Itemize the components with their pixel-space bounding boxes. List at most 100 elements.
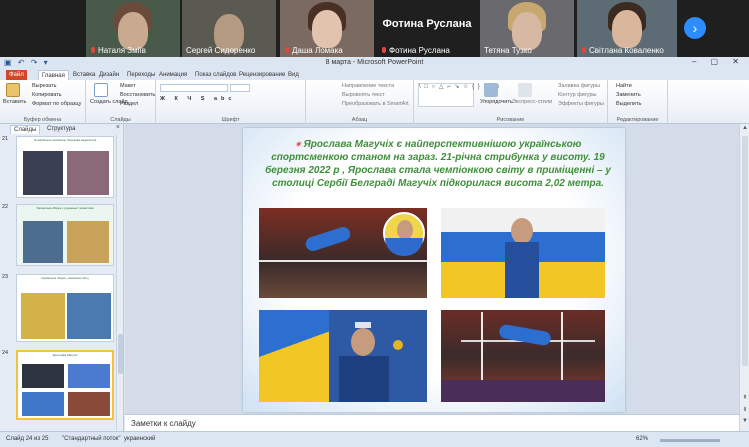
slide-editor: ✶ Ярослава Магучіх є найперспективнішою …: [125, 124, 739, 414]
participant-tile[interactable]: Фотина Руслана Фотина Руслана: [377, 0, 477, 57]
medal-icon: [393, 340, 403, 350]
participant-name: Світлана Коваленко: [589, 46, 664, 55]
prev-slide-icon[interactable]: ⇞: [740, 394, 749, 401]
section-button[interactable]: Раздел: [120, 101, 138, 107]
chevron-right-icon[interactable]: ›: [684, 17, 706, 39]
align-text-button[interactable]: Выровнять текст: [342, 92, 385, 98]
photo-flag-celebration[interactable]: [441, 208, 605, 298]
powerpoint-window: ▣ ↶ ↷ ▾ 8 марта - Microsoft PowerPoint –…: [0, 57, 749, 447]
participant-display-name: Фотина Руслана: [382, 18, 472, 30]
window-controls[interactable]: – ▢ ✕: [692, 57, 745, 66]
title-bar: ▣ ↶ ↷ ▾ 8 марта - Microsoft PowerPoint –…: [0, 57, 749, 69]
tiara-icon: [355, 322, 371, 328]
slide-thumbnail[interactable]: Українська збірна з художньої гімнастики: [16, 204, 114, 266]
scroll-down-icon[interactable]: ▼: [740, 418, 749, 424]
group-drawing: \ □ ○ △ ⌐ ↘ ☆ { } ☐ ◯ Упорядочить Экспре…: [414, 80, 608, 124]
thumbnail-title: Українська збірна, чемпіонки світу: [41, 276, 89, 280]
group-label: Шрифт: [221, 117, 240, 123]
ribbon: Вставить Вырезать Копировать Формат по о…: [0, 80, 749, 124]
smartart-button[interactable]: Преобразовать в SmartArt: [342, 101, 409, 107]
participant-name: Сергей Сидоренко: [186, 46, 256, 55]
panel-scrollbar[interactable]: [116, 134, 123, 431]
font-size-select[interactable]: [230, 84, 250, 92]
photo-bar-clearance[interactable]: [441, 310, 605, 402]
shapes-gallery[interactable]: \ □ ○ △ ⌐ ↘ ☆ { } ☐ ◯: [418, 83, 499, 107]
group-font: Ж К Ч S abc Шрифт: [156, 80, 306, 124]
muted-mic-icon: [581, 46, 587, 55]
thumbnail-photo: [23, 221, 63, 263]
slide-number: 23: [2, 274, 9, 280]
slide-thumbnail-selected[interactable]: Ярослава Магучіх: [16, 350, 114, 420]
participant-name: Фотина Руслана: [389, 46, 450, 55]
slide-thumbnail-row[interactable]: 24 Ярослава Магучіх: [2, 350, 116, 420]
shape-outline-button[interactable]: Контур фигуры: [558, 92, 596, 98]
tab-design[interactable]: Дизайн: [96, 70, 122, 80]
group-label: Рисование: [496, 117, 525, 123]
slide-thumbnail-row[interactable]: 23 Українська збірна, чемпіонки світу: [2, 274, 116, 342]
current-slide[interactable]: ✶ Ярослава Магучіх є найперспективнішою …: [243, 128, 625, 412]
font-family-select[interactable]: [160, 84, 228, 92]
new-slide-icon: [94, 83, 108, 97]
editor-scrollbar[interactable]: ▲ ⇞ ⇟ ▼: [739, 124, 749, 431]
thumbnail-title: Українська збірна з художньої гімнастики: [36, 206, 94, 210]
tab-review[interactable]: Рецензирование: [236, 70, 288, 80]
slide-thumbnail[interactable]: Олімпійська чемпіонка, бронзова медаліст…: [16, 136, 114, 198]
participant-tile[interactable]: Наталя Зміїв: [86, 0, 180, 57]
slide-thumbnail-row[interactable]: 21 Олімпійська чемпіонка, бронзова медал…: [2, 136, 116, 198]
participant-tile[interactable]: Тетяна Тузко: [480, 0, 574, 57]
language-indicator[interactable]: украинский: [124, 436, 155, 442]
select-button[interactable]: Выделить: [616, 101, 641, 107]
slide-number: 24: [2, 350, 9, 356]
tab-slides[interactable]: Слайды: [10, 125, 41, 134]
slides-panel: Слайды Структура × 21 Олімпійська чемпіо…: [0, 124, 124, 431]
muted-mic-icon: [284, 46, 290, 55]
slide-thumbnail[interactable]: Українська збірна, чемпіонки світу: [16, 274, 114, 342]
tab-view[interactable]: Вид: [285, 70, 302, 80]
thumbnail-photo: [21, 293, 65, 339]
paste-button[interactable]: Вставить: [3, 99, 26, 105]
tab-insert[interactable]: Вставка: [70, 70, 98, 80]
star-bullet-icon: ✶: [294, 140, 304, 149]
slide-counter: Слайд 24 из 25: [6, 436, 49, 442]
copy-button[interactable]: Копировать: [32, 92, 62, 98]
inset-portrait-photo: [383, 212, 425, 256]
group-label: Абзац: [351, 117, 368, 123]
slide-thumbnail-row[interactable]: 22 Українська збірна з художньої гімнаст…: [2, 204, 116, 266]
participant-tile[interactable]: Світлана Коваленко: [577, 0, 677, 57]
tab-home[interactable]: Главная: [38, 70, 69, 80]
shape-effects-button[interactable]: Эффекты фигуры: [558, 101, 604, 107]
font-style-buttons[interactable]: Ж К Ч S abc: [160, 96, 235, 102]
participant-tile[interactable]: Сергей Сидоренко: [182, 0, 276, 57]
replace-button[interactable]: Заменить: [616, 92, 641, 98]
arrange-button[interactable]: Упорядочить: [480, 99, 513, 105]
thumbnail-photo: [22, 364, 64, 388]
quick-styles-button[interactable]: Экспресс-стили: [512, 99, 552, 105]
find-button[interactable]: Найти: [616, 83, 632, 89]
participant-tile[interactable]: Даша Ломака: [280, 0, 374, 57]
layout-button[interactable]: Макет: [120, 83, 136, 89]
next-slide-icon[interactable]: ⇟: [740, 406, 749, 413]
format-painter-button[interactable]: Формат по образцу: [32, 101, 81, 107]
cut-button[interactable]: Вырезать: [32, 83, 56, 89]
group-label: Слайды: [110, 117, 131, 123]
scroll-up-icon[interactable]: ▲: [740, 125, 749, 131]
close-icon[interactable]: ×: [116, 124, 120, 131]
reset-button[interactable]: Восстановить: [120, 92, 155, 98]
participant-name: Даша Ломака: [292, 46, 343, 55]
tab-slideshow[interactable]: Показ слайдов: [192, 70, 239, 80]
participant-name: Наталя Зміїв: [98, 46, 146, 55]
tab-transitions[interactable]: Переходы: [124, 70, 158, 80]
thumbnail-photo: [22, 392, 64, 416]
zoom-slider[interactable]: [660, 439, 720, 442]
window-title: 8 марта - Microsoft PowerPoint: [325, 59, 424, 66]
photo-tiara-flag[interactable]: [259, 310, 427, 402]
tab-outline[interactable]: Структура: [44, 125, 78, 134]
shape-fill-button[interactable]: Заливка фигуры: [558, 83, 600, 89]
text-direction-button[interactable]: Направление текста: [342, 83, 394, 89]
slide-body[interactable]: ✶ Ярослава Магучіх є найперспективнішою …: [265, 138, 611, 190]
photo-high-jump[interactable]: [259, 208, 427, 298]
notes-field[interactable]: Заметки к слайду: [125, 414, 739, 431]
tab-animation[interactable]: Анимация: [156, 70, 190, 80]
tab-file[interactable]: Файл: [6, 70, 27, 80]
zoom-level[interactable]: 62%: [636, 436, 648, 442]
